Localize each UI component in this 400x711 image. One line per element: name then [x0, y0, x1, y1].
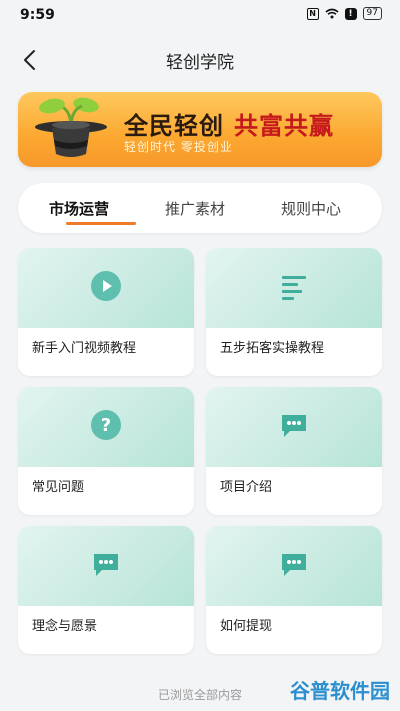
card-how-to-withdraw[interactable]: 如何提现 [206, 526, 382, 654]
chat-icon [282, 415, 306, 437]
card-label: 新手入门视频教程 [32, 341, 137, 356]
alert-icon: ! [344, 7, 357, 20]
card-label: 常见问题 [32, 480, 85, 495]
banner-title-part2: 共富共赢 [234, 112, 334, 140]
chat-icon [282, 554, 306, 576]
watermark-part2: 软件园 [330, 679, 390, 703]
card-thumbnail [206, 526, 382, 606]
card-project-intro[interactable]: 项目介绍 [206, 387, 382, 515]
tab-bar: 市场运营 推广素材 规则中心 [18, 183, 382, 233]
card-label: 项目介绍 [220, 480, 273, 495]
nfc-icon: N [306, 7, 319, 20]
tab-rules-center[interactable]: 规则中心 [281, 198, 341, 219]
card-faq[interactable]: ? 常见问题 [18, 387, 194, 515]
chat-icon [94, 554, 118, 576]
card-five-step-tutorial[interactable]: 五步拓客实操教程 [206, 248, 382, 376]
play-icon [91, 271, 121, 301]
status-time: 9:59 [20, 7, 55, 23]
watermark-part1: 谷普 [290, 679, 330, 703]
status-icons: N ! 97 [306, 7, 382, 20]
wifi-icon [325, 8, 339, 19]
card-label: 五步拓客实操教程 [220, 341, 325, 356]
status-bar: 9:59 N ! 97 [0, 0, 400, 32]
sprout-hat-icon [35, 97, 107, 157]
promo-banner[interactable]: 全民轻创 共富共赢 轻创时代 零投创业 [18, 92, 382, 167]
card-thumbnail [206, 248, 382, 328]
battery-icon: 97 [362, 7, 382, 20]
banner-title-part1: 全民轻创 [124, 112, 224, 140]
page-title: 轻创学院 [166, 53, 234, 73]
tab-promotion-material[interactable]: 推广素材 [165, 198, 225, 219]
tab-market-operation[interactable]: 市场运营 [49, 198, 109, 219]
question-icon: ? [91, 410, 121, 440]
active-tab-indicator [66, 222, 136, 225]
nav-bar: 轻创学院 [0, 38, 400, 82]
watermark-logo: 谷普软件园 [290, 675, 390, 704]
card-thumbnail: ? [18, 387, 194, 467]
card-label: 如何提现 [220, 619, 273, 634]
card-philosophy-vision[interactable]: 理念与愿景 [18, 526, 194, 654]
card-beginner-video[interactable]: 新手入门视频教程 [18, 248, 194, 376]
card-label: 理念与愿景 [32, 619, 98, 634]
document-lines-icon [282, 276, 306, 300]
banner-title: 全民轻创 共富共赢 [124, 106, 334, 141]
banner-subtitle: 轻创时代 零投创业 [124, 140, 233, 154]
card-thumbnail [206, 387, 382, 467]
card-thumbnail [18, 526, 194, 606]
card-thumbnail [18, 248, 194, 328]
svg-text:?: ? [101, 415, 111, 436]
